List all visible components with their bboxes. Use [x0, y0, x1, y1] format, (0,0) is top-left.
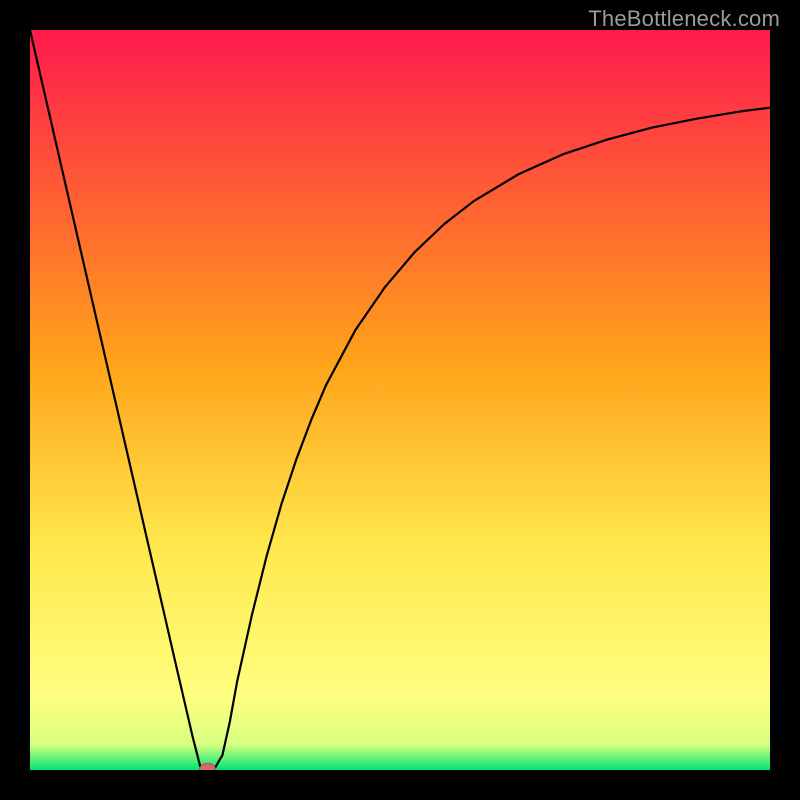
watermark-text: TheBottleneck.com	[588, 6, 780, 32]
chart-svg	[30, 30, 770, 770]
gradient-background	[30, 30, 770, 770]
plot-area	[30, 30, 770, 770]
chart-frame: TheBottleneck.com	[0, 0, 800, 800]
